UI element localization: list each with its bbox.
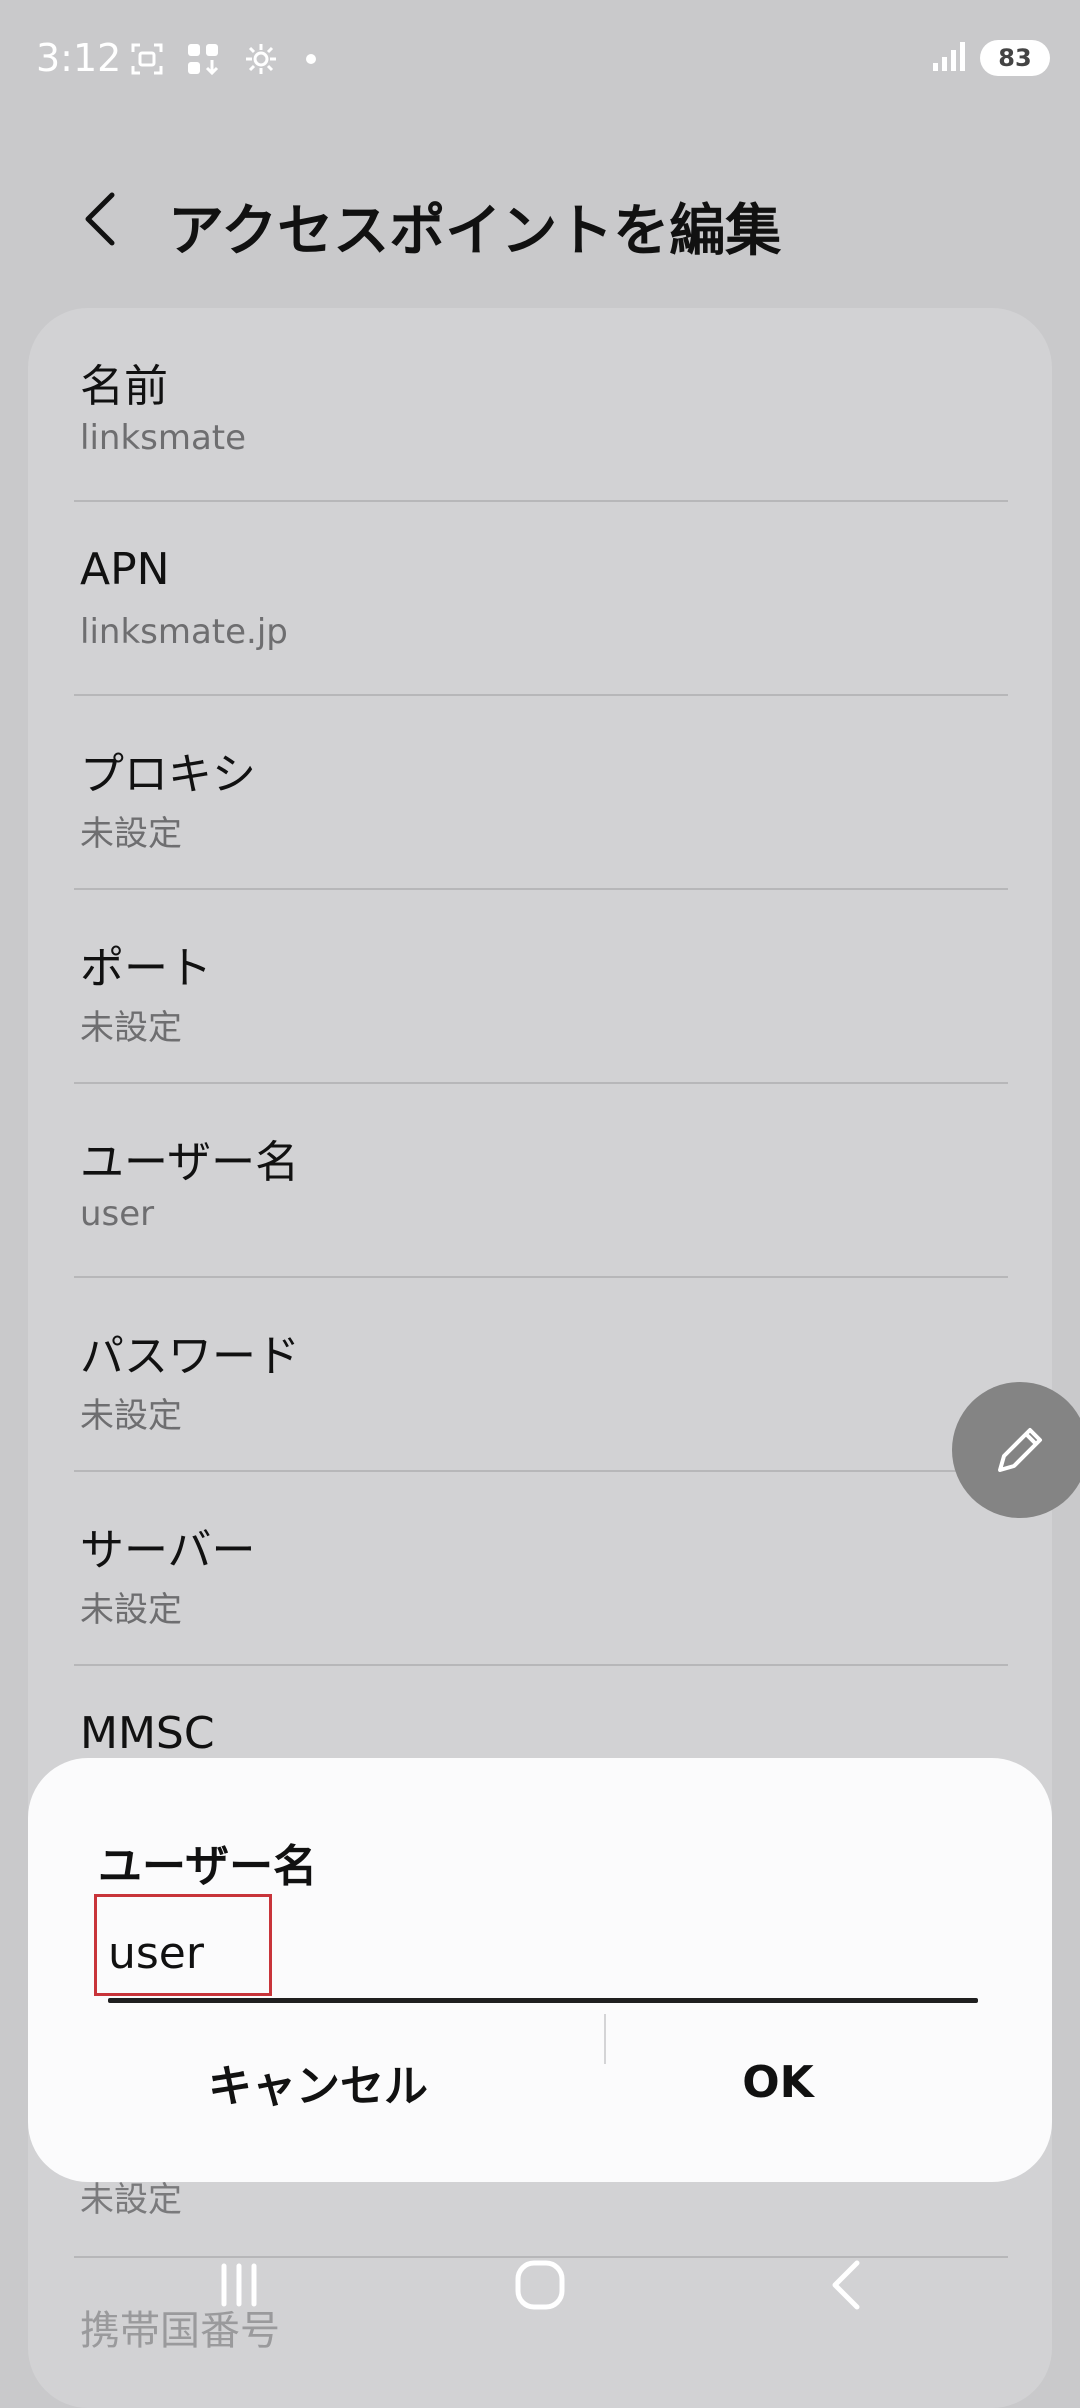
- list-item-value: linksmate: [80, 418, 247, 458]
- recent-apps-button[interactable]: [194, 2250, 284, 2320]
- list-item-name[interactable]: 名前 linksmate: [74, 308, 1008, 502]
- list-item-value: 未設定: [80, 1590, 182, 1630]
- list-item-value: 未設定: [80, 1396, 182, 1436]
- list-item-server[interactable]: サーバー 未設定: [74, 1472, 1008, 1666]
- recents-icon: [221, 2263, 257, 2307]
- list-item-label: MMSC: [80, 1708, 215, 1759]
- apps-download-icon: [186, 42, 222, 76]
- username-dialog: ユーザー名 キャンセル OK: [28, 1758, 1052, 2182]
- input-underline: [108, 1998, 978, 2003]
- settings-gear-icon: [244, 42, 278, 76]
- list-item-port[interactable]: ポート 未設定: [74, 890, 1008, 1084]
- status-notification-icons: [130, 42, 316, 76]
- list-item-label: APN: [80, 544, 170, 595]
- list-item-value: 未設定: [80, 1008, 182, 1048]
- screenshot-icon: [130, 42, 164, 76]
- app-header: アクセスポイントを編集: [0, 170, 1080, 270]
- list-item-label: ユーザー名: [80, 1137, 300, 1188]
- username-input-wrapper: [94, 1894, 978, 2003]
- ok-button[interactable]: OK: [568, 2034, 988, 2130]
- notification-dot-icon: [306, 54, 316, 64]
- signal-icon: [932, 41, 966, 75]
- list-item-username[interactable]: ユーザー名 user: [74, 1084, 1008, 1278]
- status-bar: 3:12 83: [0, 0, 1080, 120]
- cancel-button[interactable]: キャンセル: [88, 2034, 548, 2130]
- home-icon: [515, 2260, 565, 2310]
- list-item-password[interactable]: パスワード 未設定: [74, 1278, 1008, 1472]
- list-item-label: ポート: [80, 943, 212, 994]
- chevron-left-icon: [85, 192, 115, 246]
- list-item-label: パスワード: [80, 1331, 300, 1382]
- edit-floating-button[interactable]: [952, 1382, 1080, 1518]
- back-button[interactable]: [70, 184, 130, 254]
- battery-indicator: 83: [980, 40, 1050, 76]
- status-time: 3:12: [36, 36, 122, 80]
- page-title: アクセスポイントを編集: [168, 199, 782, 264]
- navigation-bar: [0, 2220, 1080, 2340]
- list-item-proxy[interactable]: プロキシ 未設定: [74, 696, 1008, 890]
- nav-back-button[interactable]: [800, 2250, 890, 2320]
- dialog-title: ユーザー名: [98, 1841, 318, 1892]
- list-item-value: linksmate.jp: [80, 612, 288, 652]
- list-item-apn[interactable]: APN linksmate.jp: [74, 502, 1008, 696]
- list-item-value: user: [80, 1194, 155, 1234]
- list-item-label: プロキシ: [80, 749, 256, 800]
- input-highlight-box: [94, 1894, 272, 1996]
- status-right: 83: [932, 40, 1050, 76]
- back-chevron-icon: [832, 2260, 860, 2310]
- list-item-label: 名前: [80, 361, 168, 412]
- pencil-icon: [998, 1428, 1042, 1472]
- list-item-label: サーバー: [80, 1525, 256, 1576]
- home-button[interactable]: [495, 2250, 585, 2320]
- list-item-value: 未設定: [80, 814, 182, 854]
